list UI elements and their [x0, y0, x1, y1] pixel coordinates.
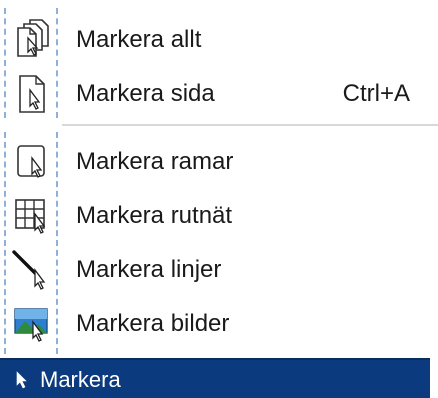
shortcut-label: Ctrl+A	[342, 80, 410, 107]
menu-item-select-page[interactable]: Markera sida Ctrl+A	[0, 68, 438, 120]
menu-item-label: Markera rutnät	[76, 202, 233, 229]
select-grid-icon	[8, 192, 56, 240]
select-all-pages-icon	[8, 16, 56, 64]
select-tool-button[interactable]: Markera	[0, 358, 430, 398]
menu-item-select-lines[interactable]: Markera linjer	[0, 244, 438, 296]
select-images-icon	[8, 300, 56, 348]
status-label: Markera	[40, 367, 121, 392]
menu-item-label: Markera ramar	[76, 148, 234, 175]
menu-item-select-grid[interactable]: Markera rutnät	[0, 190, 438, 242]
menu-item-select-frames[interactable]: Markera ramar	[0, 136, 438, 188]
menu-item-label: Markera allt	[76, 26, 202, 53]
menu-separator	[62, 124, 438, 126]
pointer-icon	[16, 371, 27, 389]
menu-item-label: Markera sida	[76, 80, 215, 107]
menu-item-select-all[interactable]: Markera allt	[0, 14, 438, 66]
select-page-icon	[8, 70, 56, 118]
select-lines-icon	[8, 246, 56, 294]
statusbar: Markera	[0, 358, 438, 398]
menu-item-label: Markera linjer	[76, 256, 222, 283]
select-dropdown-menu: Markera allt Markera sida Ctrl+A Markera…	[0, 0, 438, 358]
select-frames-icon	[8, 138, 56, 186]
menu-item-select-images[interactable]: Markera bilder	[0, 298, 438, 350]
menu-item-label: Markera bilder	[76, 310, 230, 337]
